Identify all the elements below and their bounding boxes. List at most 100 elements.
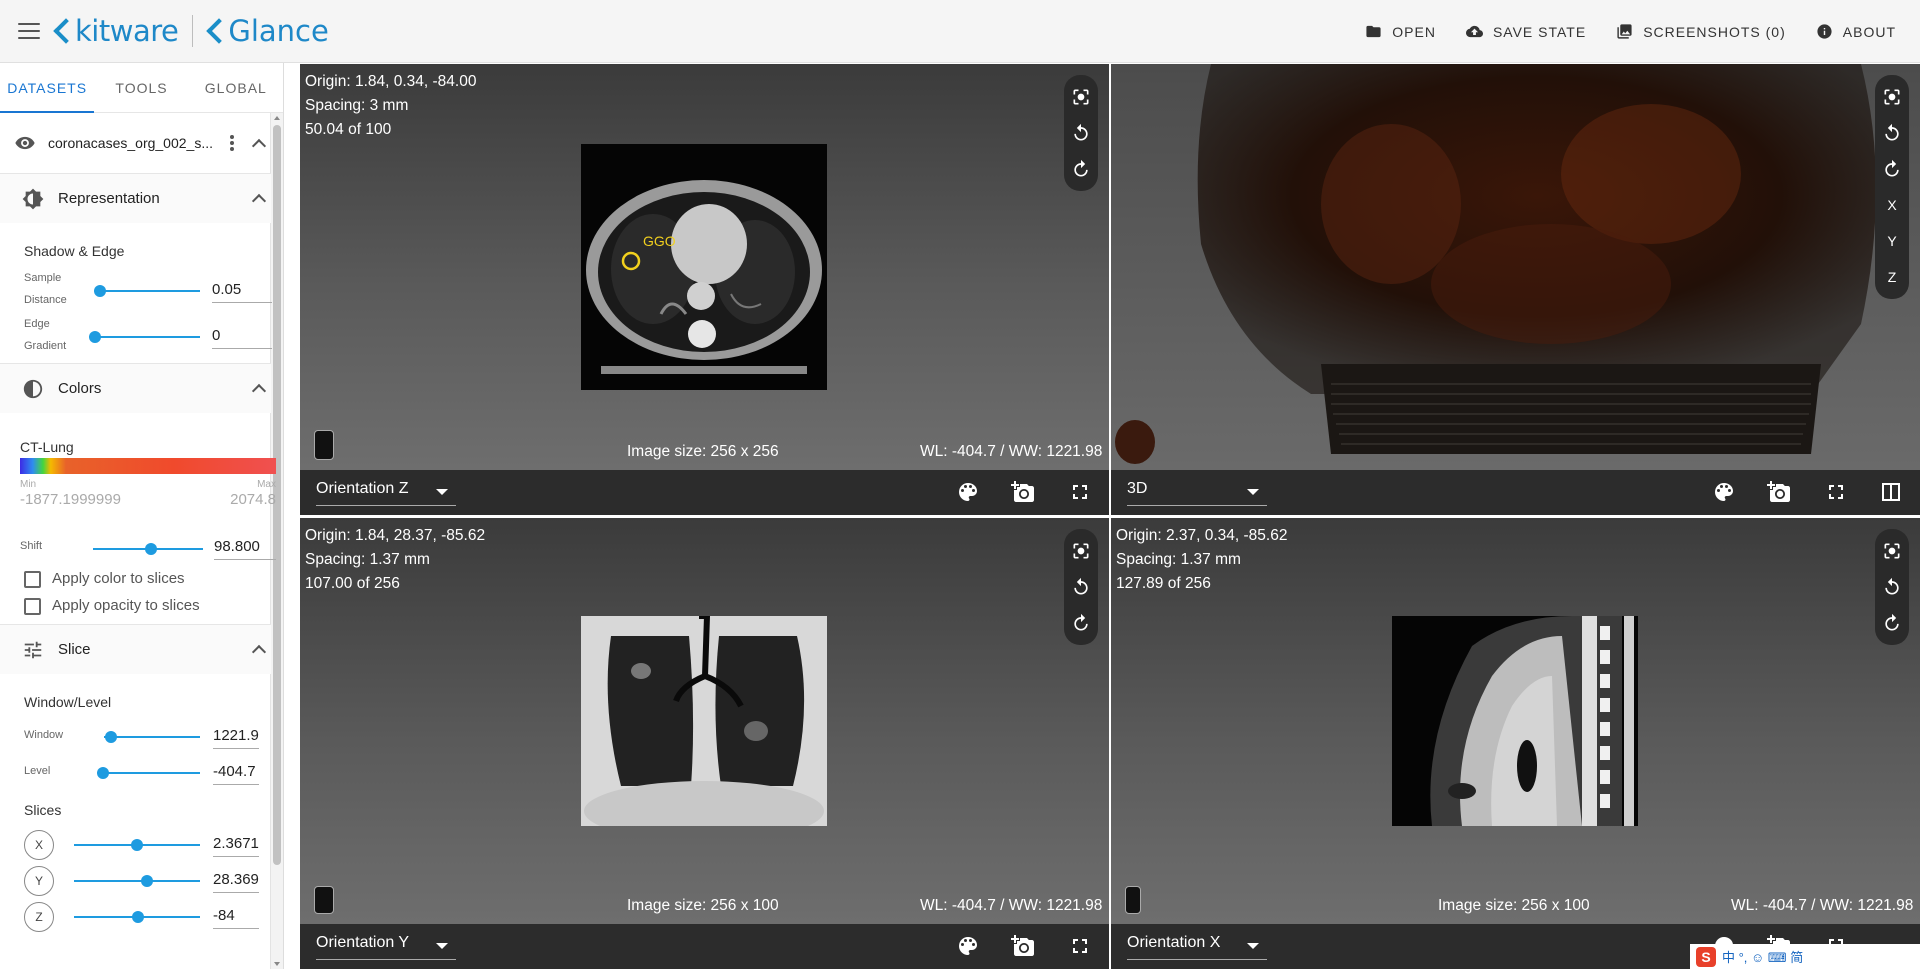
colors-title: Colors (58, 380, 102, 397)
camera-icon[interactable] (1767, 480, 1791, 504)
tab-tools[interactable]: TOOLS (94, 63, 188, 112)
logo-divider (192, 15, 194, 47)
chevron-up-icon[interactable] (251, 193, 267, 209)
view-y-axis-button[interactable]: Y (1875, 223, 1909, 259)
camera-icon[interactable] (1011, 934, 1035, 958)
shift-value[interactable]: 98.800 (214, 534, 276, 560)
screenshots-button[interactable]: SCREENSHOTS (0) (1616, 23, 1786, 40)
view-3d-select[interactable]: 3D (1127, 480, 1267, 506)
tab-global[interactable]: GLOBAL (189, 63, 283, 112)
slice-x-slider[interactable] (131, 839, 143, 851)
more-vert-icon[interactable] (230, 135, 234, 151)
palette-icon[interactable] (956, 480, 980, 504)
fullscreen-icon[interactable] (1824, 480, 1848, 504)
palette-icon[interactable] (1712, 480, 1736, 504)
save-state-label: SAVE STATE (1492, 23, 1587, 40)
reset-camera-icon[interactable] (1875, 533, 1909, 569)
level-track[interactable] (98, 772, 200, 774)
window-track[interactable] (104, 736, 200, 738)
camera-icon[interactable] (1011, 480, 1035, 504)
view-z-axis-button[interactable]: Z (1875, 259, 1909, 295)
sagittal-ct-image[interactable] (1392, 616, 1638, 826)
apply-opacity-checkbox[interactable] (24, 598, 41, 615)
dataset-item[interactable]: coronacases_org_002_s... (0, 113, 271, 173)
colors-header[interactable]: Colors (0, 363, 271, 413)
colormap-preset[interactable]: CT-Lung (20, 439, 74, 455)
view-y-info: Origin: 1.84, 28.37, -85.62 Spacing: 1.3… (305, 524, 485, 596)
view-orientation-y[interactable]: Origin: 1.84, 28.37, -85.62 Spacing: 1.3… (300, 518, 1109, 924)
representation-body: Shadow & Edge Sample Distance 0.05 Edge … (0, 223, 272, 363)
sidebar-tabs: DATASETS TOOLS GLOBAL (0, 63, 283, 113)
view-orientation-x[interactable]: Origin: 2.37, 0.34, -85.62 Spacing: 1.37… (1111, 518, 1920, 924)
view-z-spacing: Spacing: 3 mm (305, 97, 409, 114)
max-value[interactable]: 2074.8 (200, 491, 276, 508)
reset-camera-icon[interactable] (1064, 79, 1098, 115)
slice-y-slider[interactable] (141, 875, 153, 887)
slice-y-value[interactable]: 28.369 (213, 867, 259, 893)
slice-header[interactable]: Slice (0, 624, 271, 674)
view-z-wlww: WL: -404.7 / WW: 1221.98 (920, 443, 1103, 460)
orientation-y-select[interactable]: Orientation Y (316, 934, 456, 960)
eye-icon[interactable] (14, 136, 36, 150)
rotate-left-icon[interactable] (1064, 115, 1098, 151)
shift-slider[interactable] (145, 543, 157, 555)
rotate-right-icon[interactable] (1064, 151, 1098, 187)
colors-body: CT-Lung Min Max -1877.1999999 2074.8 Shi… (0, 413, 276, 624)
view-3d[interactable]: X Y Z (1111, 64, 1920, 470)
min-value[interactable]: -1877.1999999 (20, 491, 130, 508)
edge-gradient-track[interactable] (95, 336, 200, 338)
rotate-left-icon[interactable] (1064, 569, 1098, 605)
slice-y-track[interactable] (74, 880, 200, 882)
open-label: OPEN (1392, 23, 1436, 40)
rotate-left-icon[interactable] (1875, 115, 1909, 151)
rotate-right-icon[interactable] (1875, 605, 1909, 641)
sample-distance-slider[interactable] (94, 285, 106, 297)
axial-ct-image[interactable]: GGO (581, 144, 827, 390)
reset-camera-icon[interactable] (1875, 79, 1909, 115)
coronal-ct-image[interactable] (581, 616, 827, 826)
window-value[interactable]: 1221.98 (213, 723, 259, 749)
rotate-right-icon[interactable] (1875, 151, 1909, 187)
apply-color-checkbox[interactable] (24, 571, 41, 588)
palette-icon[interactable] (956, 934, 980, 958)
slice-z-slider[interactable] (132, 911, 144, 923)
ggo-annotation[interactable]: GGO (643, 233, 676, 249)
view-orientation-z[interactable]: Origin: 1.84, 0.34, -84.00 Spacing: 3 mm… (300, 64, 1109, 470)
slice-z-value[interactable]: -84 (213, 903, 259, 929)
slice-x-value[interactable]: 2.3671 (213, 831, 259, 857)
app-header: kitware Glance OPEN SAVE STATE SCREENSHO… (0, 0, 1920, 63)
slice-z-axis-icon: Z (24, 902, 54, 932)
fullscreen-icon[interactable] (1068, 934, 1092, 958)
chevron-up-icon[interactable] (251, 138, 267, 154)
rotate-right-icon[interactable] (1064, 605, 1098, 641)
split-view-icon[interactable] (1879, 480, 1903, 504)
chevron-up-icon[interactable] (251, 383, 267, 399)
level-slider[interactable] (97, 767, 109, 779)
orientation-x-select[interactable]: Orientation X (1127, 934, 1267, 960)
orientation-z-select[interactable]: Orientation Z (316, 480, 456, 506)
sample-distance-value[interactable]: 0.05 (212, 277, 272, 303)
image-stack-icon (1617, 24, 1632, 39)
edge-gradient-value[interactable]: 0 (212, 323, 272, 349)
volume-rendering[interactable] (1171, 64, 1891, 464)
ime-tray[interactable]: S 中 °, ☺ ⌨ 简 (1690, 944, 1920, 969)
scroll-down-icon[interactable] (274, 962, 280, 966)
save-state-button[interactable]: SAVE STATE (1465, 23, 1587, 40)
level-value[interactable]: -404.7 (213, 759, 259, 785)
reset-camera-icon[interactable] (1064, 533, 1098, 569)
rotate-left-icon[interactable] (1875, 569, 1909, 605)
tab-datasets[interactable]: DATASETS (0, 63, 95, 113)
sample-distance-track[interactable] (100, 290, 200, 292)
scroll-up-icon[interactable] (274, 116, 280, 120)
colormap-bar[interactable] (20, 458, 276, 474)
fullscreen-icon[interactable] (1068, 480, 1092, 504)
window-slider[interactable] (105, 731, 117, 743)
view-x-axis-button[interactable]: X (1875, 187, 1909, 223)
about-button[interactable]: ABOUT (1816, 23, 1896, 40)
representation-header[interactable]: Representation (0, 173, 271, 223)
edge-gradient-slider[interactable] (89, 331, 101, 343)
open-button[interactable]: OPEN (1365, 23, 1436, 40)
menu-icon[interactable] (18, 23, 40, 39)
chevron-up-icon[interactable] (251, 644, 267, 660)
window-label: Window (24, 729, 64, 741)
